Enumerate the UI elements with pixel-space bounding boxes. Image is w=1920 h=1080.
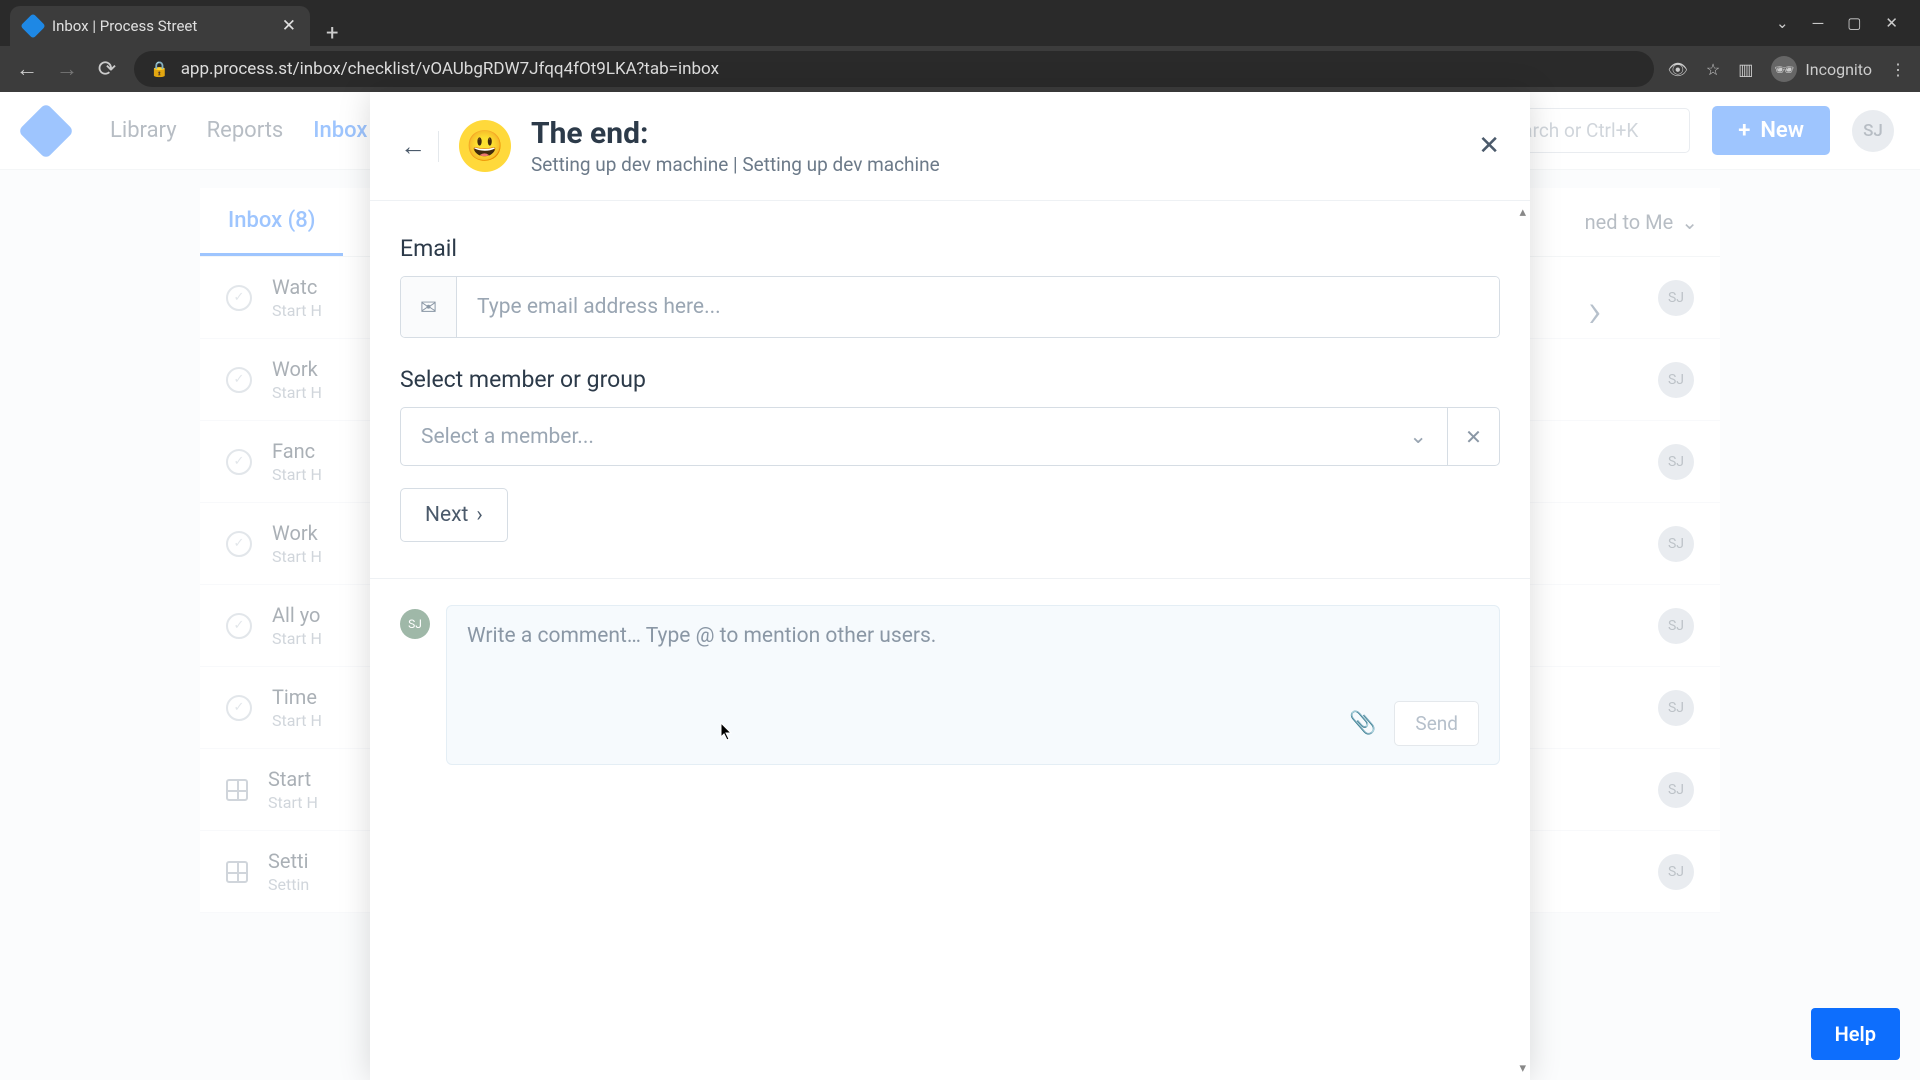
task-modal: ← 😃 The end: Setting up dev machine | Se… xyxy=(370,92,1530,1080)
maximize-icon[interactable]: ▢ xyxy=(1847,14,1861,32)
url-input[interactable]: 🔒 app.process.st/inbox/checklist/vOAUbgR… xyxy=(134,51,1654,87)
comment-box: 📎 Send xyxy=(446,605,1500,765)
new-tab-button[interactable]: + xyxy=(310,21,354,46)
scroll-down-icon[interactable]: ▾ xyxy=(1519,1061,1526,1076)
kebab-menu-icon[interactable]: ⋮ xyxy=(1890,60,1906,79)
email-input[interactable] xyxy=(457,277,1499,337)
url-text: app.process.st/inbox/checklist/vOAUbgRDW… xyxy=(181,59,719,79)
extensions-icon[interactable]: ▥ xyxy=(1738,60,1753,79)
email-field-wrap: ✉ xyxy=(400,276,1500,338)
modal-breadcrumb: Setting up dev machine | Setting up dev … xyxy=(531,153,940,176)
incognito-icon: 🕶 xyxy=(1771,56,1797,82)
chevron-down-icon: ⌄ xyxy=(1409,424,1427,449)
tab-title: Inbox | Process Street xyxy=(52,17,197,35)
app-viewport: Library Reports Inbox 8 13 days left in … xyxy=(0,92,1920,1080)
modal-body: ▴ Email ✉ Select member or group Select … xyxy=(370,201,1530,1080)
browser-tab-strip: Inbox | Process Street ✕ + ⌄ ─ ▢ ✕ xyxy=(0,0,1920,46)
comment-input[interactable] xyxy=(467,624,1479,701)
tab-close-icon[interactable]: ✕ xyxy=(282,16,296,36)
tab-search-icon[interactable]: ⌄ xyxy=(1776,14,1789,32)
forward-icon[interactable]: → xyxy=(54,56,80,82)
incognito-badge[interactable]: 🕶 Incognito xyxy=(1771,56,1872,82)
envelope-icon: ✉ xyxy=(401,277,457,337)
close-icon[interactable]: ✕ xyxy=(1478,131,1500,161)
lock-icon: 🔒 xyxy=(150,60,169,78)
minimize-icon[interactable]: ─ xyxy=(1813,14,1824,32)
member-select-wrap: Select a member... ⌄ ✕ xyxy=(400,407,1500,466)
member-label: Select member or group xyxy=(400,366,1500,393)
chevron-right-icon: › xyxy=(476,503,482,527)
favicon-icon xyxy=(20,13,45,38)
reload-icon[interactable]: ⟳ xyxy=(94,57,120,82)
divider xyxy=(370,578,1530,579)
modal-header: ← 😃 The end: Setting up dev machine | Se… xyxy=(370,92,1530,201)
comment-avatar: SJ xyxy=(400,609,430,639)
window-close-icon[interactable]: ✕ xyxy=(1885,14,1898,32)
next-task-arrow-icon[interactable]: › xyxy=(1588,282,1602,339)
next-button[interactable]: Next › xyxy=(400,488,508,542)
attachment-icon[interactable]: 📎 xyxy=(1349,711,1376,736)
clear-member-icon[interactable]: ✕ xyxy=(1448,407,1500,466)
email-label: Email xyxy=(400,235,1500,262)
bookmark-icon[interactable]: ☆ xyxy=(1706,60,1720,79)
back-arrow-icon[interactable]: ← xyxy=(400,131,439,162)
window-controls: ⌄ ─ ▢ ✕ xyxy=(1754,14,1920,32)
member-select[interactable]: Select a member... ⌄ xyxy=(400,407,1448,466)
back-icon[interactable]: ← xyxy=(14,56,40,82)
comment-section: SJ 📎 Send xyxy=(400,605,1500,765)
address-bar: ← → ⟳ 🔒 app.process.st/inbox/checklist/v… xyxy=(0,46,1920,92)
help-button[interactable]: Help xyxy=(1811,1008,1900,1060)
modal-title: The end: xyxy=(531,116,940,151)
browser-tab[interactable]: Inbox | Process Street ✕ xyxy=(10,6,310,46)
send-button[interactable]: Send xyxy=(1394,701,1479,746)
task-emoji-icon: 😃 xyxy=(459,120,511,172)
scroll-up-icon[interactable]: ▴ xyxy=(1519,205,1526,220)
eye-off-icon[interactable]: 👁 xyxy=(1668,60,1688,79)
